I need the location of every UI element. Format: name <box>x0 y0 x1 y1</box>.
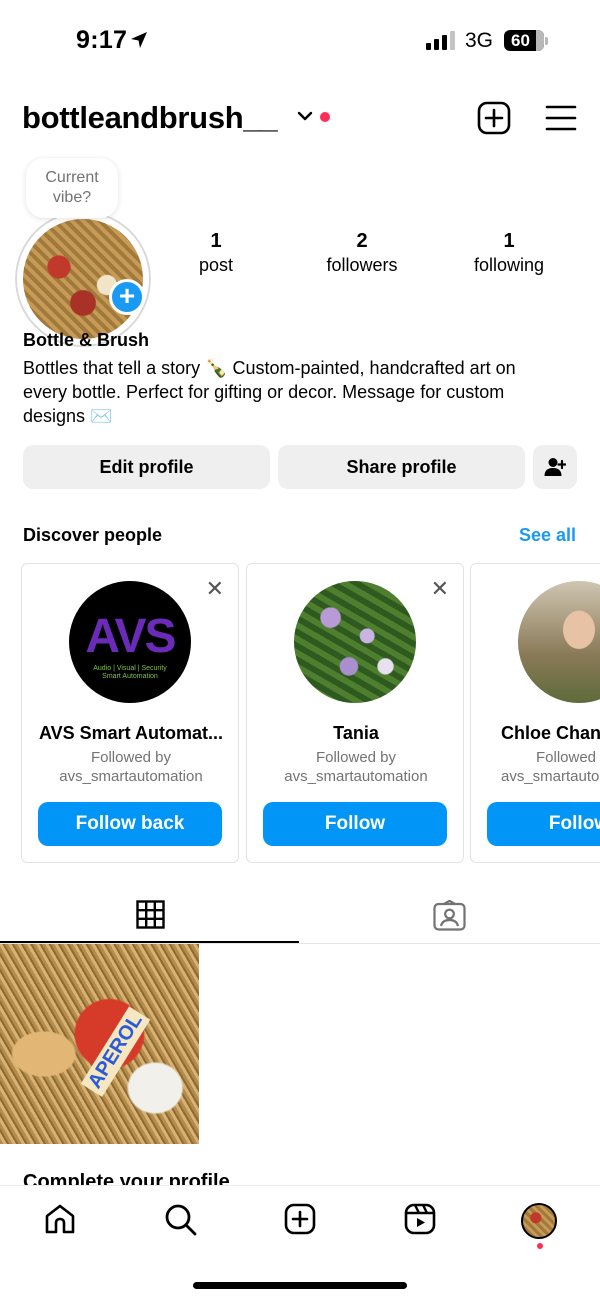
notification-dot <box>320 112 330 122</box>
suggestion-avatar[interactable] <box>294 581 416 703</box>
current-vibe-note[interactable]: Current vibe? <box>26 158 118 218</box>
avs-logo-tagline: Audio | Visual | Security Smart Automati… <box>93 665 167 680</box>
suggestion-avatar[interactable]: AVS Audio | Visual | Security Smart Auto… <box>69 581 191 703</box>
home-indicator <box>193 1282 407 1289</box>
add-story-button[interactable]: + <box>109 279 145 315</box>
suggestion-card[interactable]: ✕ AVS Audio | Visual | Security Smart Au… <box>21 563 239 863</box>
profile-username[interactable]: bottleandbrush__ <box>22 100 278 136</box>
menu-icon[interactable] <box>545 104 577 132</box>
dismiss-icon[interactable]: ✕ <box>431 576 449 602</box>
new-post-icon[interactable] <box>477 101 511 135</box>
suggestion-card[interactable]: ✕ Tania Followed by avs_smartautomation … <box>246 563 464 863</box>
suggestion-name[interactable]: Chloe Chan <box>501 723 600 744</box>
suggestion-mutual: Followed avs_smartauto <box>501 749 600 785</box>
share-profile-button[interactable]: Share profile <box>278 445 525 489</box>
status-time: 9:17 <box>76 26 128 54</box>
stat-posts-label: post <box>198 255 234 275</box>
suggestion-card[interactable]: Chloe Chan Followed avs_smartauto Follow <box>470 563 600 863</box>
bio-line: Bottles that tell a story 🍾 Custom-paint… <box>23 358 516 378</box>
suggestion-name[interactable]: Tania <box>247 723 463 744</box>
complete-profile-title: Complete your profile <box>23 1171 230 1185</box>
follow-back-button[interactable]: Follow back <box>38 802 222 846</box>
profile-nav-avatar[interactable] <box>521 1203 557 1239</box>
stat-following-value: 1 <box>503 230 515 252</box>
see-all-link[interactable]: See all <box>519 525 576 546</box>
reels-icon[interactable] <box>404 1203 436 1235</box>
stat-posts[interactable]: 1 post <box>161 229 271 277</box>
follow-button[interactable]: Follow <box>487 802 600 846</box>
home-icon[interactable] <box>44 1203 76 1235</box>
avs-logo-text: AVS <box>85 610 176 663</box>
stat-posts-value: 1 <box>210 230 222 252</box>
post-thumbnail[interactable]: APEROL <box>0 944 199 1144</box>
battery-nub <box>545 37 548 45</box>
cellular-signal-icon <box>426 31 455 50</box>
stat-followers-value: 2 <box>356 230 368 252</box>
follow-button[interactable]: Follow <box>263 802 447 846</box>
location-arrow-icon <box>131 32 147 48</box>
search-icon[interactable] <box>164 1203 197 1236</box>
vibe-line-2: vibe? <box>52 189 92 206</box>
battery-indicator: 60 <box>504 30 544 51</box>
add-person-icon <box>544 458 566 476</box>
dismiss-icon[interactable]: ✕ <box>206 576 224 602</box>
edit-profile-button[interactable]: Edit profile <box>23 445 270 489</box>
grid-icon[interactable] <box>136 900 165 929</box>
status-bar: 9:17 3G 60 <box>0 0 600 82</box>
tagged-icon[interactable] <box>433 900 466 931</box>
discover-people-title: Discover people <box>23 525 163 545</box>
profile-nav-dot <box>537 1243 543 1249</box>
stat-following-label: following <box>473 255 545 275</box>
suggestion-name[interactable]: AVS Smart Automat... <box>22 723 238 744</box>
suggestion-mutual: Followed by avs_smartautomation <box>284 749 428 785</box>
vibe-line-1: Current <box>45 169 99 186</box>
bio-line: designs ✉️ <box>23 406 113 426</box>
bio-line: every bottle. Perfect for gifting or dec… <box>23 382 505 402</box>
display-name: Bottle & Brush <box>23 330 149 350</box>
profile-bio: Bottles that tell a story 🍾 Custom-paint… <box>23 356 583 428</box>
stat-followers[interactable]: 2 followers <box>307 229 417 277</box>
post-label-text: APEROL <box>80 1006 151 1097</box>
battery-level: 60 <box>511 31 530 50</box>
suggestion-mutual: Followed by avs_smartautomation <box>59 749 203 785</box>
create-icon[interactable] <box>284 1203 316 1235</box>
stat-followers-label: followers <box>326 255 398 275</box>
discover-people-toggle-button[interactable] <box>533 445 577 489</box>
stat-following[interactable]: 1 following <box>454 229 564 277</box>
chevron-down-icon[interactable] <box>297 110 313 122</box>
suggestion-avatar[interactable] <box>518 581 600 703</box>
network-type: 3G <box>465 29 494 52</box>
